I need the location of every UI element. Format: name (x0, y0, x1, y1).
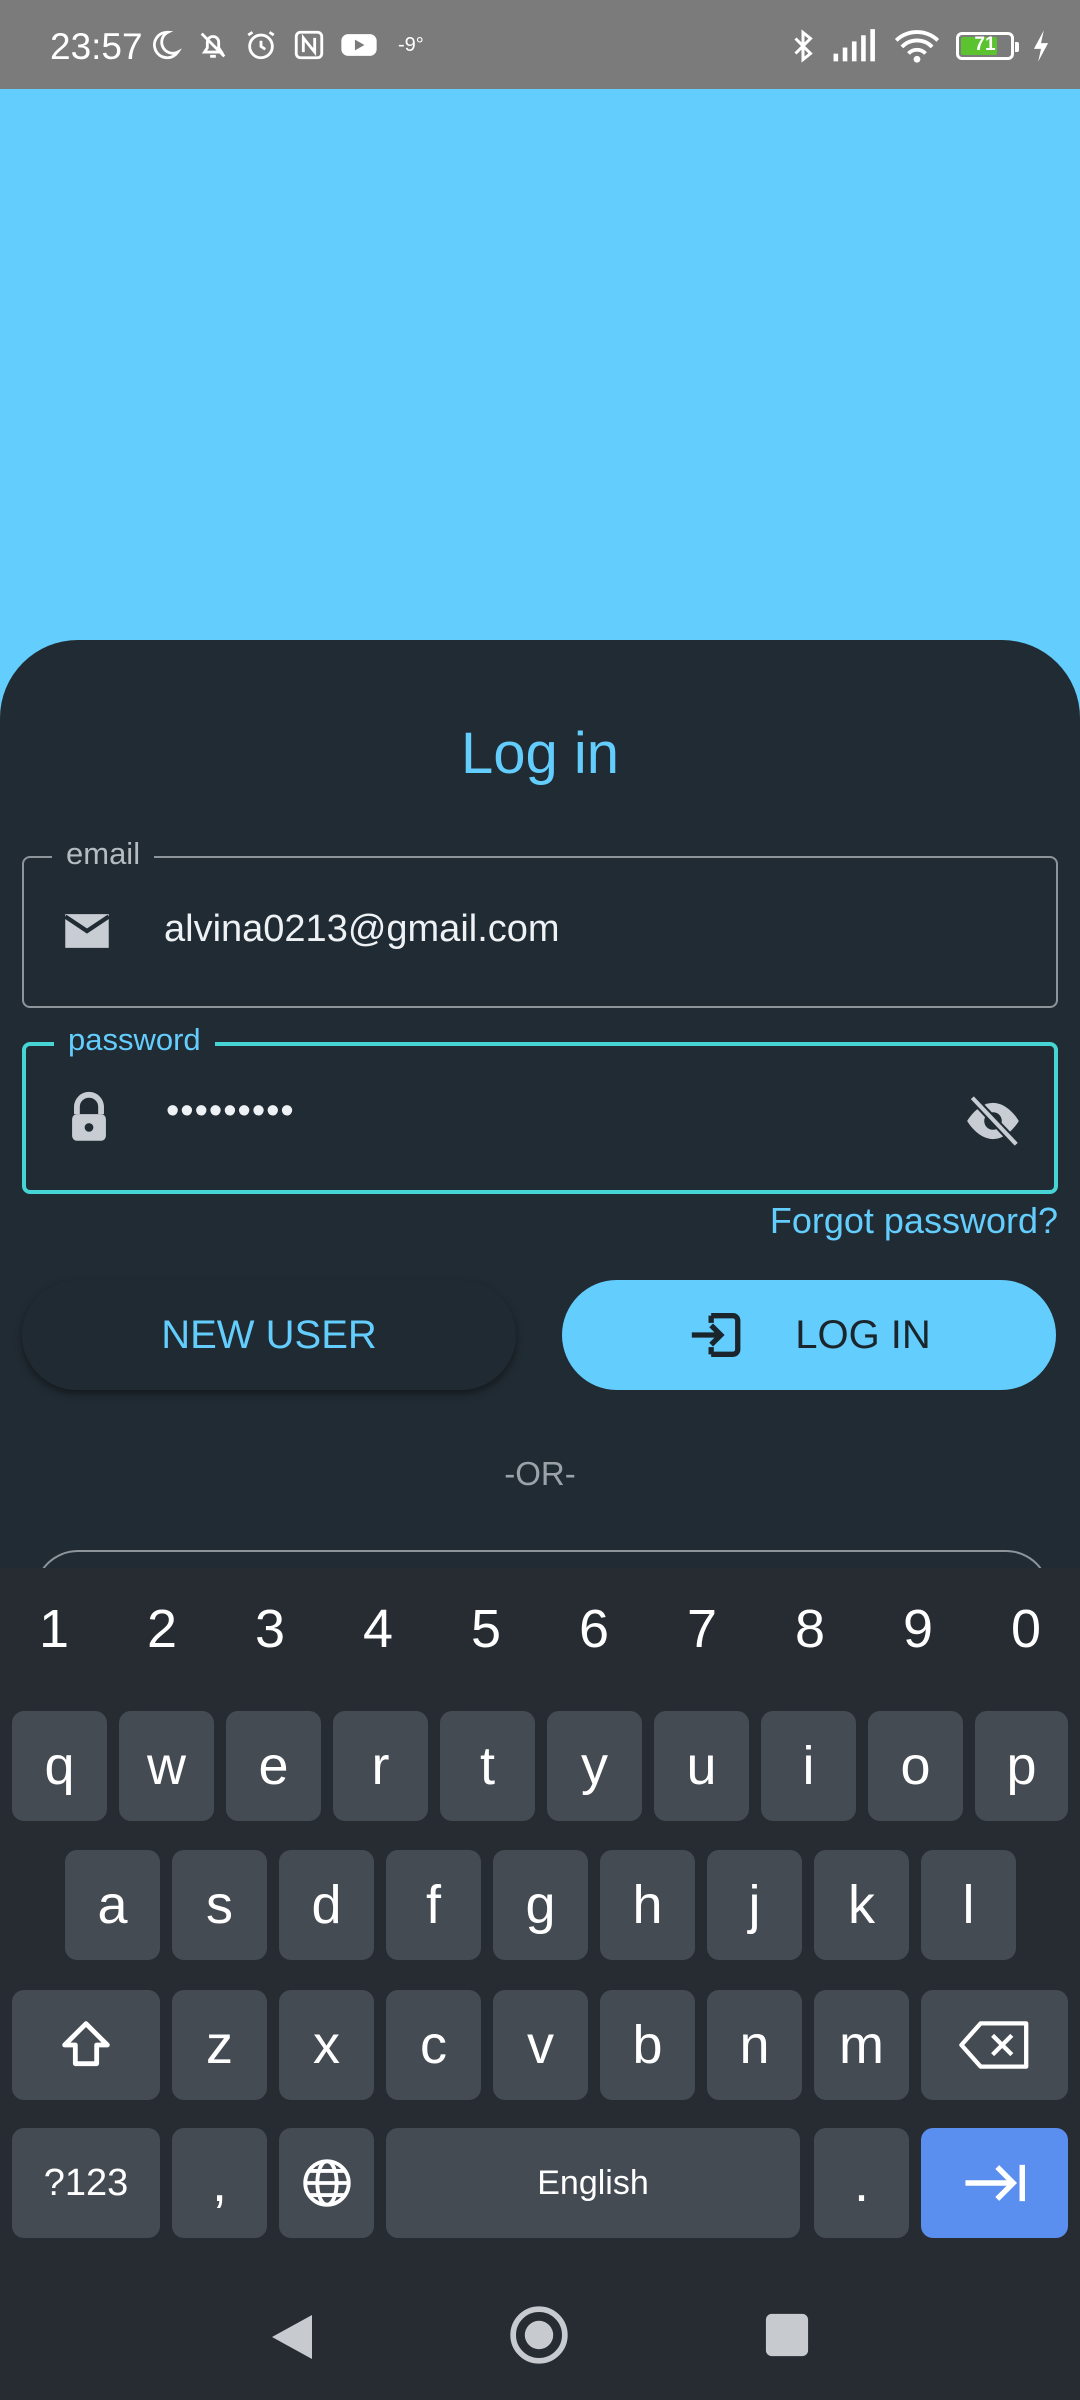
back-icon[interactable] (268, 2310, 316, 2364)
email-label: email (52, 836, 155, 872)
key-l[interactable]: l (921, 1850, 1016, 1960)
key-x[interactable]: x (279, 1990, 374, 2100)
key-5[interactable]: 5 (432, 1598, 540, 1660)
status-right-icons: 71 (790, 28, 1052, 64)
or-divider: -OR- (504, 1455, 576, 1492)
login-icon (692, 1313, 741, 1357)
key-2[interactable]: 2 (108, 1598, 216, 1660)
key-b[interactable]: b (600, 1990, 695, 2100)
key-t[interactable]: t (440, 1711, 535, 1821)
forgot-password-link[interactable]: Forgot password? (770, 1200, 1058, 1242)
space-key[interactable]: English (386, 2128, 800, 2238)
signal-icon (833, 29, 875, 62)
backspace-key[interactable] (921, 1990, 1068, 2100)
number-row: 1 2 3 4 5 6 7 8 9 0 (0, 1598, 1080, 1660)
email-field[interactable]: email alvina0213@gmail.com (22, 836, 1058, 1008)
key-r[interactable]: r (333, 1711, 428, 1821)
password-label: password (54, 1022, 215, 1058)
period-key[interactable]: . (814, 2128, 909, 2238)
wifi-icon (894, 30, 940, 63)
language-key[interactable] (279, 2128, 374, 2238)
mail-icon (64, 914, 110, 948)
home-icon[interactable] (508, 2304, 570, 2366)
bell-off-icon (200, 32, 226, 58)
key-e[interactable]: e (226, 1711, 321, 1821)
email-value: alvina0213@gmail.com (164, 908, 560, 950)
key-4[interactable]: 4 (324, 1598, 432, 1660)
key-m[interactable]: m (814, 1990, 909, 2100)
tab-next-icon (964, 2164, 1025, 2202)
shift-key[interactable] (12, 1990, 160, 2100)
key-v[interactable]: v (493, 1990, 588, 2100)
bluetooth-icon (794, 29, 813, 63)
status-left-icons: -9° (148, 28, 424, 62)
shift-icon (62, 2021, 110, 2067)
visibility-off-icon[interactable] (962, 1090, 1024, 1152)
alarm-icon (247, 31, 275, 60)
key-i[interactable]: i (761, 1711, 856, 1821)
moon-icon (153, 30, 182, 60)
password-value: ••••••••• (166, 1090, 295, 1132)
symbols-key[interactable]: ?123 (12, 2128, 160, 2238)
battery-icon: 71 (956, 32, 1019, 60)
key-p[interactable]: p (975, 1711, 1068, 1821)
key-8[interactable]: 8 (756, 1598, 864, 1660)
page-title: Log in (460, 721, 620, 786)
new-user-button[interactable]: NEW USER (22, 1280, 516, 1390)
key-n[interactable]: n (707, 1990, 802, 2100)
status-time: 23:57 (50, 26, 143, 67)
youtube-icon (341, 34, 377, 56)
battery-level: 71 (974, 34, 996, 55)
new-user-label: NEW USER (161, 1312, 377, 1357)
enter-key[interactable] (921, 2128, 1068, 2238)
key-3[interactable]: 3 (216, 1598, 324, 1660)
key-s[interactable]: s (172, 1850, 267, 1960)
key-z[interactable]: z (172, 1990, 267, 2100)
key-a[interactable]: a (65, 1850, 160, 1960)
comma-key[interactable]: , (172, 2128, 267, 2238)
nfc-icon (294, 30, 324, 60)
key-g[interactable]: g (493, 1850, 588, 1960)
key-d[interactable]: d (279, 1850, 374, 1960)
key-k[interactable]: k (814, 1850, 909, 1960)
lock-icon (72, 1091, 106, 1141)
key-q[interactable]: q (12, 1711, 107, 1821)
key-f[interactable]: f (386, 1850, 481, 1960)
login-label: LOG IN (795, 1312, 931, 1357)
key-7[interactable]: 7 (648, 1598, 756, 1660)
status-bar: 23:57 -9° 71 (0, 0, 1080, 89)
key-9[interactable]: 9 (864, 1598, 972, 1660)
key-0[interactable]: 0 (972, 1598, 1080, 1660)
key-6[interactable]: 6 (540, 1598, 648, 1660)
key-w[interactable]: w (119, 1711, 214, 1821)
key-1[interactable]: 1 (0, 1598, 108, 1660)
charging-icon (1033, 30, 1049, 62)
status-temperature: -9° (398, 33, 424, 56)
navigation-bar (0, 2250, 1080, 2400)
key-c[interactable]: c (386, 1990, 481, 2100)
key-u[interactable]: u (654, 1711, 749, 1821)
key-h[interactable]: h (600, 1850, 695, 1960)
recents-icon[interactable] (764, 2312, 810, 2358)
backspace-icon (958, 2021, 1028, 2069)
login-button[interactable]: LOG IN (562, 1280, 1056, 1390)
key-o[interactable]: o (868, 1711, 963, 1821)
globe-icon (302, 2159, 351, 2207)
key-j[interactable]: j (707, 1850, 802, 1960)
key-y[interactable]: y (547, 1711, 642, 1821)
password-field[interactable]: password ••••••••• (22, 1022, 1058, 1194)
